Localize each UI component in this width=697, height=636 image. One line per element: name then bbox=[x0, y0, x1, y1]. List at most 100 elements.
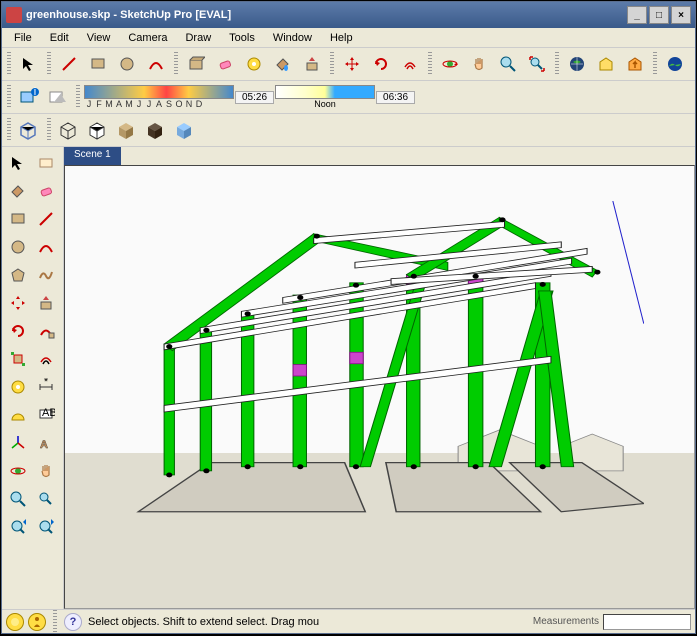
scene-tab-1[interactable]: Scene 1 bbox=[64, 147, 123, 165]
pushpull-tool[interactable] bbox=[32, 289, 60, 317]
previous-view-tool[interactable] bbox=[4, 513, 32, 541]
rectangle-tool-button[interactable] bbox=[84, 50, 112, 78]
status-hint: Select objects. Shift to extend select. … bbox=[88, 616, 319, 628]
measurements-input[interactable] bbox=[603, 614, 691, 630]
line-tool[interactable] bbox=[32, 205, 60, 233]
status-grip bbox=[53, 610, 57, 634]
shadow-time-end[interactable]: 06:36 bbox=[376, 91, 415, 104]
shadow-toggle-button[interactable] bbox=[44, 83, 72, 111]
pan-tool[interactable] bbox=[32, 457, 60, 485]
toolbar-grip[interactable] bbox=[76, 85, 80, 109]
maximize-button[interactable]: □ bbox=[649, 6, 669, 24]
circle-tool-button[interactable] bbox=[113, 50, 141, 78]
tape-measure-tool[interactable] bbox=[4, 373, 32, 401]
paint-bucket-tool[interactable] bbox=[4, 177, 32, 205]
hidden-line-style-button[interactable] bbox=[84, 116, 112, 144]
xray-style-button[interactable] bbox=[15, 116, 43, 144]
textured-style-button[interactable] bbox=[142, 116, 170, 144]
person-icon[interactable] bbox=[28, 613, 46, 631]
menu-draw[interactable]: Draw bbox=[177, 30, 219, 46]
rectangle-tool[interactable] bbox=[4, 205, 32, 233]
monochrome-style-button[interactable] bbox=[171, 116, 199, 144]
app-icon bbox=[6, 7, 22, 23]
zoom-extents-button[interactable] bbox=[523, 50, 551, 78]
select-tool-button[interactable] bbox=[15, 50, 43, 78]
rotate-tool[interactable] bbox=[4, 317, 32, 345]
svg-text:ABC: ABC bbox=[42, 407, 55, 419]
tape-tool-button[interactable] bbox=[240, 50, 268, 78]
toolbar-grip[interactable] bbox=[47, 52, 51, 76]
arc-tool[interactable] bbox=[32, 233, 60, 261]
line-tool-button[interactable] bbox=[55, 50, 83, 78]
toolbar-grip[interactable] bbox=[174, 52, 178, 76]
toolbar-grip[interactable] bbox=[653, 52, 657, 76]
component-button[interactable] bbox=[182, 50, 210, 78]
shadow-settings-button[interactable]: i bbox=[15, 83, 43, 111]
help-icon[interactable]: ? bbox=[64, 613, 82, 631]
shadow-time-start[interactable]: 05:26 bbox=[235, 91, 274, 104]
eraser-tool[interactable] bbox=[32, 177, 60, 205]
upload-button[interactable] bbox=[621, 50, 649, 78]
toolbar-grip[interactable] bbox=[428, 52, 432, 76]
circle-tool[interactable] bbox=[4, 233, 32, 261]
rotate-tool-button[interactable] bbox=[367, 50, 395, 78]
toolbar-grip[interactable] bbox=[7, 52, 11, 76]
scale-tool[interactable] bbox=[4, 345, 32, 373]
close-button[interactable]: × bbox=[671, 6, 691, 24]
dimension-tool[interactable]: * bbox=[32, 373, 60, 401]
select-tool[interactable] bbox=[4, 149, 32, 177]
component-tool[interactable] bbox=[32, 149, 60, 177]
toolbar-grip[interactable] bbox=[330, 52, 334, 76]
orbit-tool[interactable] bbox=[4, 457, 32, 485]
pushpull-tool-button[interactable] bbox=[298, 50, 326, 78]
pan-tool-button[interactable] bbox=[465, 50, 493, 78]
menu-camera[interactable]: Camera bbox=[120, 30, 175, 46]
body-area: * ABC A bbox=[2, 147, 695, 609]
arc-tool-button[interactable] bbox=[142, 50, 170, 78]
text-tool[interactable]: ABC bbox=[32, 401, 60, 429]
protractor-tool[interactable] bbox=[4, 401, 32, 429]
statusbar: ? Select objects. Shift to extend select… bbox=[2, 609, 695, 633]
zoom-tool[interactable] bbox=[4, 485, 32, 513]
zoom-tool-button[interactable] bbox=[494, 50, 522, 78]
hint-icon[interactable] bbox=[6, 613, 24, 631]
toolbar-grip[interactable] bbox=[555, 52, 559, 76]
freehand-tool[interactable] bbox=[32, 261, 60, 289]
shadow-time-slider[interactable]: Noon bbox=[275, 85, 375, 109]
large-toolset: * ABC A bbox=[2, 147, 64, 609]
viewport-wrap: Scene 1 bbox=[64, 147, 695, 609]
move-tool[interactable] bbox=[4, 289, 32, 317]
toolbar-grip[interactable] bbox=[47, 118, 51, 142]
shaded-style-button[interactable] bbox=[113, 116, 141, 144]
minimize-button[interactable]: _ bbox=[627, 6, 647, 24]
month-labels: J F M A M J J A S O N D bbox=[84, 99, 234, 109]
measurements-label: Measurements bbox=[533, 616, 599, 627]
toolbar-grip[interactable] bbox=[7, 118, 11, 142]
3dtext-tool[interactable]: A bbox=[32, 429, 60, 457]
toolbar-grip[interactable] bbox=[7, 85, 11, 109]
viewport-3d[interactable] bbox=[64, 165, 695, 609]
move-tool-button[interactable] bbox=[338, 50, 366, 78]
menu-tools[interactable]: Tools bbox=[221, 30, 263, 46]
offset-tool-button[interactable] bbox=[396, 50, 424, 78]
titlebar: greenhouse.skp - SketchUp Pro [EVAL] _ □… bbox=[2, 2, 695, 28]
eraser-tool-button[interactable] bbox=[211, 50, 239, 78]
axes-tool[interactable] bbox=[4, 429, 32, 457]
next-view-tool[interactable] bbox=[32, 513, 60, 541]
followme-tool[interactable] bbox=[32, 317, 60, 345]
orbit-tool-button[interactable] bbox=[436, 50, 464, 78]
offset-tool[interactable] bbox=[32, 345, 60, 373]
menu-window[interactable]: Window bbox=[265, 30, 320, 46]
zoom-extents-tool[interactable] bbox=[32, 485, 60, 513]
menu-help[interactable]: Help bbox=[322, 30, 361, 46]
menu-view[interactable]: View bbox=[79, 30, 119, 46]
shadow-date-slider[interactable]: J F M A M J J A S O N D bbox=[84, 85, 234, 109]
wireframe-style-button[interactable] bbox=[55, 116, 83, 144]
google-earth-button[interactable] bbox=[661, 50, 689, 78]
polygon-tool[interactable] bbox=[4, 261, 32, 289]
get-models-button[interactable] bbox=[563, 50, 591, 78]
share-model-button[interactable] bbox=[592, 50, 620, 78]
paint-tool-button[interactable] bbox=[269, 50, 297, 78]
menu-file[interactable]: File bbox=[6, 30, 40, 46]
menu-edit[interactable]: Edit bbox=[42, 30, 77, 46]
